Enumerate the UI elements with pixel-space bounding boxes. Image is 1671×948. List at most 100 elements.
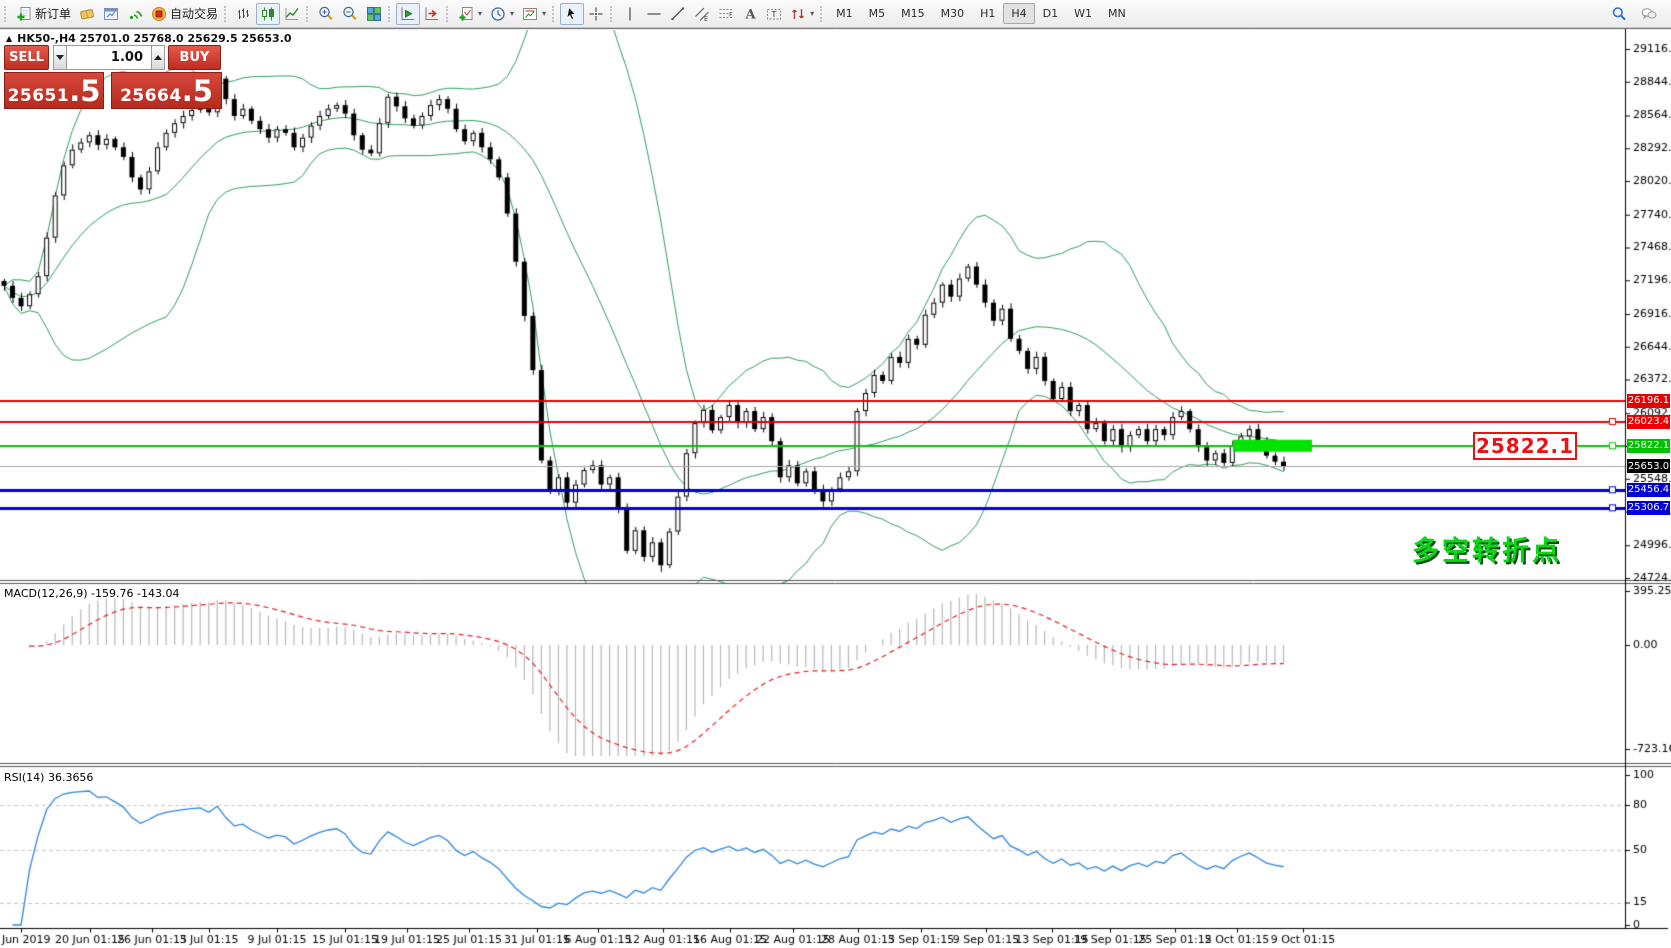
new-order-icon bbox=[16, 6, 32, 22]
vertical-line-button[interactable] bbox=[618, 3, 642, 25]
toolbar: 新订单 自动交易 ▾ ▾ ▾ E F A T ▾ M1M5M15M30H1H4D1W1MN bbox=[0, 0, 1671, 28]
price-tag: 25306.7 bbox=[1627, 501, 1670, 515]
chart-window-button[interactable] bbox=[99, 3, 123, 25]
volume-stepper: 1.00 bbox=[53, 45, 165, 70]
chat-icon bbox=[1641, 6, 1657, 22]
svg-text:F: F bbox=[729, 10, 733, 18]
signals-icon bbox=[127, 6, 143, 22]
timeframe-h4-button[interactable]: H4 bbox=[1003, 3, 1034, 24]
price-tag: 25456.4 bbox=[1627, 483, 1670, 497]
buy-button[interactable]: BUY bbox=[168, 45, 221, 70]
tile-windows-icon bbox=[366, 6, 382, 22]
timeframe-m5-button[interactable]: M5 bbox=[861, 3, 894, 24]
chevron-down-icon[interactable]: ▾ bbox=[542, 9, 546, 18]
sell-button[interactable]: SELL bbox=[4, 45, 49, 70]
chart-ohlc-text: HK50-,H4 25701.0 25768.0 25629.5 25653.0 bbox=[17, 32, 291, 45]
price-annotation-box[interactable]: 25822.1 bbox=[1473, 432, 1577, 460]
vertical-line-icon bbox=[622, 6, 638, 22]
svg-text:T: T bbox=[771, 10, 777, 19]
search-icon bbox=[1611, 6, 1627, 22]
bar-chart-button[interactable] bbox=[232, 3, 256, 25]
bar-chart-icon bbox=[236, 6, 252, 22]
templates-button[interactable]: ▾ bbox=[518, 3, 550, 25]
equidistant-channel-button[interactable]: E bbox=[690, 3, 714, 25]
timeframe-m30-button[interactable]: M30 bbox=[933, 3, 973, 24]
autotrading-label: 自动交易 bbox=[170, 5, 218, 22]
equidistant-channel-icon: E bbox=[694, 6, 710, 22]
timeframe-m1-button[interactable]: M1 bbox=[828, 3, 861, 24]
zoom-out-button[interactable] bbox=[338, 3, 362, 25]
crosshair-button[interactable] bbox=[584, 3, 608, 25]
arrows-icon bbox=[790, 6, 806, 22]
candlestick-button[interactable] bbox=[256, 3, 280, 25]
horizontal-line-button[interactable] bbox=[642, 3, 666, 25]
timeframe-m15-button[interactable]: M15 bbox=[893, 3, 933, 24]
arrows-button[interactable]: ▾ bbox=[786, 3, 818, 25]
chevron-down-icon[interactable]: ▾ bbox=[478, 9, 482, 18]
autotrading-button[interactable]: 自动交易 bbox=[147, 3, 222, 25]
new-order-label: 新订单 bbox=[35, 5, 71, 22]
toolbar-group-handle bbox=[552, 6, 556, 22]
cursor-button[interactable] bbox=[560, 3, 584, 25]
signals-button[interactable] bbox=[123, 3, 147, 25]
chart-canvas[interactable] bbox=[0, 0, 1671, 948]
chart-shift-button[interactable] bbox=[420, 3, 444, 25]
text-label-button[interactable]: T bbox=[762, 3, 786, 25]
toolbar-group-handle bbox=[4, 6, 8, 22]
price-tag: 26196.1 bbox=[1627, 394, 1670, 408]
collapse-arrow-icon[interactable]: ▲ bbox=[6, 34, 12, 43]
zoom-in-button[interactable] bbox=[314, 3, 338, 25]
timeframe-w1-button[interactable]: W1 bbox=[1066, 3, 1100, 24]
periods-icon bbox=[490, 6, 506, 22]
zoom-out-icon bbox=[342, 6, 358, 22]
toolbar-group-handle bbox=[388, 6, 392, 22]
book-button[interactable] bbox=[75, 3, 99, 25]
text-label-icon: T bbox=[766, 6, 782, 22]
text-button[interactable]: A bbox=[738, 3, 762, 25]
rsi-indicator-label: RSI(14) 36.3656 bbox=[4, 771, 93, 784]
line-chart-button[interactable] bbox=[280, 3, 304, 25]
auto-scroll-icon bbox=[400, 6, 416, 22]
turning-point-text[interactable]: 多空转折点 bbox=[1412, 529, 1562, 568]
chevron-down-icon[interactable]: ▾ bbox=[810, 9, 814, 18]
triangle-down-icon bbox=[56, 55, 64, 60]
timeframe-h1-button[interactable]: H1 bbox=[972, 3, 1003, 24]
search-button[interactable] bbox=[1607, 3, 1631, 25]
volume-decrease-button[interactable] bbox=[53, 45, 67, 70]
book-icon bbox=[79, 6, 95, 22]
trendline-button[interactable] bbox=[666, 3, 690, 25]
cursor-icon bbox=[564, 6, 580, 22]
timeframe-d1-button[interactable]: D1 bbox=[1035, 3, 1066, 24]
volume-increase-button[interactable] bbox=[151, 45, 165, 70]
macd-indicator-label: MACD(12,26,9) -159.76 -143.04 bbox=[4, 587, 179, 600]
autotrading-icon bbox=[151, 6, 167, 22]
horizontal-line-icon bbox=[646, 6, 662, 22]
toolbar-group-handle bbox=[446, 6, 450, 22]
svg-text:A: A bbox=[745, 7, 757, 22]
sell-price[interactable]: 25651.5 bbox=[4, 72, 104, 109]
tile-windows-button[interactable] bbox=[362, 3, 386, 25]
trendline-icon bbox=[670, 6, 686, 22]
svg-text:E: E bbox=[704, 15, 708, 22]
one-click-trading-panel: SELL 1.00 BUY 25651.5 25664.5 bbox=[4, 45, 225, 109]
triangle-up-icon bbox=[154, 55, 162, 60]
price-tag: 25653.0 bbox=[1627, 459, 1670, 473]
fibonacci-icon: F bbox=[718, 6, 734, 22]
timeframe-mn-button[interactable]: MN bbox=[1100, 3, 1134, 24]
new-order-button[interactable]: 新订单 bbox=[12, 3, 75, 25]
fibonacci-button[interactable]: F bbox=[714, 3, 738, 25]
periods-button[interactable]: ▾ bbox=[486, 3, 518, 25]
chat-button[interactable] bbox=[1637, 3, 1661, 25]
chart-shift-icon bbox=[424, 6, 440, 22]
volume-input[interactable]: 1.00 bbox=[67, 45, 151, 70]
buy-price[interactable]: 25664.5 bbox=[111, 72, 222, 109]
crosshair-icon bbox=[588, 6, 604, 22]
auto-scroll-button[interactable] bbox=[396, 3, 420, 25]
chart-window-icon bbox=[103, 6, 119, 22]
buy-price-int: 25664 bbox=[120, 86, 182, 106]
price-tag: 26023.4 bbox=[1627, 415, 1670, 429]
indicators-button[interactable]: ▾ bbox=[454, 3, 486, 25]
candlestick-icon bbox=[260, 6, 276, 22]
chevron-down-icon[interactable]: ▾ bbox=[510, 9, 514, 18]
toolbar-right-icons bbox=[1607, 3, 1669, 25]
